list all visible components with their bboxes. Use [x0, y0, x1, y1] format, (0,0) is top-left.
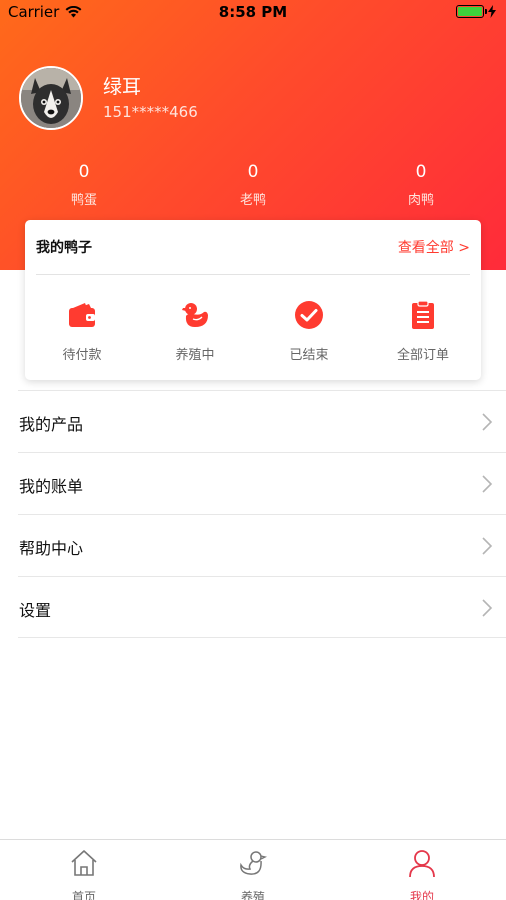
duck-outline-icon — [240, 851, 268, 875]
chevron-right-icon — [482, 413, 493, 431]
battery-icon — [456, 5, 487, 18]
stat-old-ducks[interactable]: 0 老鸭 — [213, 162, 293, 208]
menu-item-label: 帮助中心 — [19, 539, 84, 558]
check-circle-icon — [295, 301, 323, 329]
tab-home[interactable]: 首页 — [39, 848, 129, 900]
order-label: 全部订单 — [396, 348, 449, 363]
tab-bar: 首页 养殖 我的 — [0, 839, 506, 900]
tab-label: 我的 — [409, 890, 434, 900]
stat-value: 0 — [415, 162, 427, 182]
divider — [36, 274, 470, 275]
user-phone: 151*****466 — [103, 103, 198, 121]
menu-item-label: 设置 — [19, 601, 52, 620]
stat-label: 肉鸭 — [407, 193, 434, 208]
stat-label: 鸭蛋 — [70, 193, 97, 208]
order-label: 养殖中 — [175, 348, 215, 363]
view-all-link[interactable]: 查看全部 > — [398, 237, 470, 257]
charging-bolt-icon — [488, 5, 496, 18]
stat-value: 0 — [247, 162, 259, 182]
person-icon — [409, 850, 435, 878]
tab-mine[interactable]: 我的 — [377, 848, 467, 900]
chevron-right-icon — [482, 475, 493, 493]
battery-indicator — [456, 5, 496, 18]
status-bar: Carrier 8:58 PM — [0, 0, 506, 26]
avatar[interactable] — [19, 66, 83, 130]
dog-avatar-image — [21, 68, 81, 128]
duck-icon — [182, 303, 208, 327]
menu-item-label: 我的账单 — [19, 477, 84, 496]
clock: 8:58 PM — [218, 3, 288, 21]
menu-item-label: 我的产品 — [19, 415, 84, 434]
tab-breeding[interactable]: 养殖 — [208, 848, 298, 900]
order-pending-payment[interactable]: 待付款 — [37, 300, 127, 363]
stat-value: 0 — [78, 162, 90, 182]
order-breeding[interactable]: 养殖中 — [150, 300, 240, 363]
menu-item-help-center[interactable]: 帮助中心 — [18, 514, 506, 576]
menu-list: 我的产品 我的账单 帮助中心 设置 — [18, 390, 506, 638]
clipboard-icon — [412, 300, 434, 329]
card-title: 我的鸭子 — [36, 240, 92, 256]
wallet-icon — [69, 303, 95, 327]
chevron-right-icon — [482, 599, 493, 617]
order-all[interactable]: 全部订单 — [378, 300, 468, 363]
stat-label: 老鸭 — [239, 193, 266, 208]
menu-item-settings[interactable]: 设置 — [18, 576, 506, 638]
order-label: 待付款 — [62, 348, 102, 363]
tab-label: 首页 — [71, 890, 96, 900]
home-icon — [71, 850, 97, 876]
order-finished[interactable]: 已结束 — [264, 300, 354, 363]
user-name: 绿耳 — [103, 76, 142, 98]
stat-duck-eggs[interactable]: 0 鸭蛋 — [44, 162, 124, 208]
menu-item-my-bills[interactable]: 我的账单 — [18, 452, 506, 514]
stats-row: 0 鸭蛋 0 老鸭 0 肉鸭 — [0, 162, 506, 212]
stat-meat-ducks[interactable]: 0 肉鸭 — [381, 162, 461, 208]
my-ducks-card: 我的鸭子 查看全部 > 待付款 养殖中 已结束 全部订单 — [25, 220, 481, 380]
menu-item-my-products[interactable]: 我的产品 — [18, 390, 506, 452]
chevron-right-icon — [482, 537, 493, 555]
order-label: 已结束 — [289, 348, 329, 363]
tab-label: 养殖 — [240, 890, 265, 900]
